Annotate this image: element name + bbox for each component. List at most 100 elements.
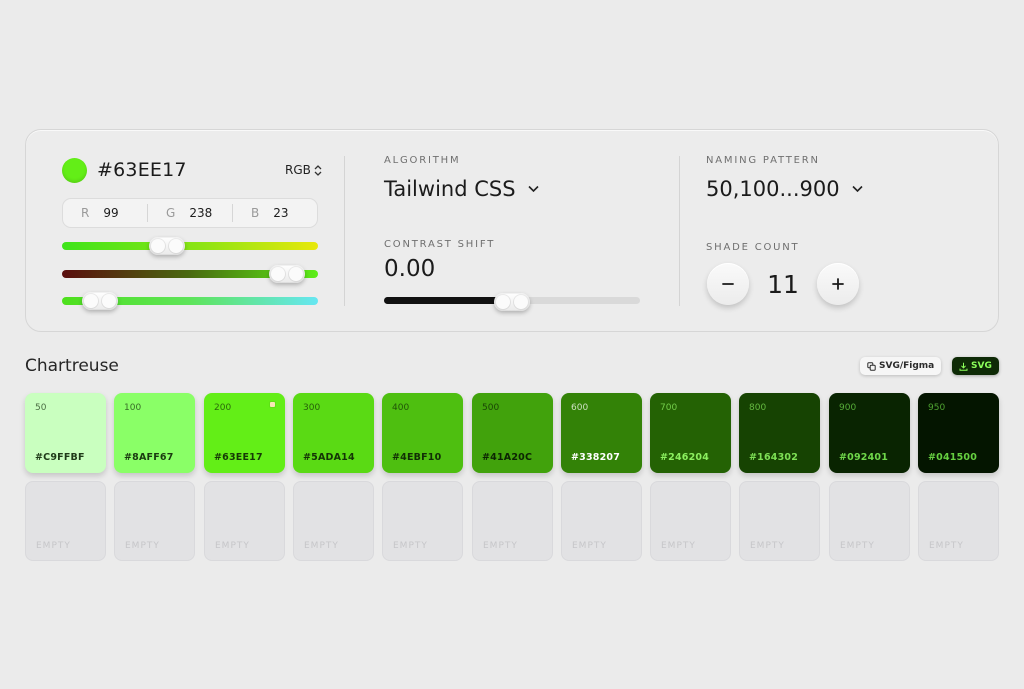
swatch-hex-label: #5ADA14 (303, 452, 355, 463)
empty-slot[interactable]: EMPTY (293, 481, 374, 561)
contrast-shift-value: 0.00 (384, 256, 436, 282)
swatch-hex-label: #338207 (571, 452, 621, 463)
swatch-step-label: 800 (749, 403, 767, 413)
empty-slot[interactable]: EMPTY (114, 481, 195, 561)
empty-slot[interactable]: EMPTY (650, 481, 731, 561)
hex-input[interactable]: #63EE17 (97, 159, 187, 181)
palette-swatch[interactable]: 700 #246204 (650, 393, 731, 473)
palette-swatch[interactable]: 50 #C9FFBF (25, 393, 106, 473)
green-channel-label: G (166, 206, 176, 220)
swatch-step-label: 50 (35, 403, 47, 413)
naming-pattern-label: NAMING PATTERN (706, 155, 820, 166)
swatch-step-label: 400 (392, 403, 410, 413)
red-channel-value[interactable]: 99 (103, 206, 118, 220)
export-svg-label: SVG (971, 361, 992, 371)
export-svg-figma-button[interactable]: SVG/Figma (860, 357, 942, 375)
palette-title: Chartreuse (25, 356, 119, 376)
blue-channel-value[interactable]: 23 (273, 206, 288, 220)
empty-slot[interactable]: EMPTY (472, 481, 553, 561)
panel-divider (679, 156, 680, 306)
increase-shade-button[interactable] (817, 263, 859, 305)
empty-slot[interactable]: EMPTY (561, 481, 642, 561)
hue-slider-knob[interactable] (148, 237, 185, 255)
empty-slot-label: EMPTY (125, 541, 160, 551)
swatch-hex-label: #41A20C (482, 452, 533, 463)
empty-slot[interactable]: EMPTY (204, 481, 285, 561)
green-channel-value[interactable]: 238 (189, 206, 212, 220)
swatch-step-label: 100 (124, 403, 142, 413)
empty-slot-label: EMPTY (304, 541, 339, 551)
empty-slot[interactable]: EMPTY (918, 481, 999, 561)
empty-slot[interactable]: EMPTY (382, 481, 463, 561)
empty-slot-label: EMPTY (393, 541, 428, 551)
copy-icon (867, 361, 876, 371)
empty-slot-label: EMPTY (572, 541, 607, 551)
download-icon (959, 362, 968, 371)
rgb-fields: R 99 G 238 B 23 (62, 198, 318, 228)
swatch-hex-label: #63EE17 (214, 452, 263, 463)
blue-channel-label: B (251, 206, 260, 220)
swatch-step-label: 300 (303, 403, 321, 413)
empty-slot-label: EMPTY (840, 541, 875, 551)
contrast-slider-knob[interactable] (494, 293, 530, 311)
empty-slot-label: EMPTY (215, 541, 250, 551)
lightness-slider-knob[interactable] (82, 292, 119, 310)
contrast-shift-label: CONTRAST SHIFT (384, 239, 496, 250)
red-field[interactable]: R 99 (63, 204, 147, 222)
empty-slot-label: EMPTY (483, 541, 518, 551)
swatch-hex-label: #C9FFBF (35, 452, 85, 463)
swatch-step-label: 900 (839, 403, 857, 413)
export-svg-figma-label: SVG/Figma (879, 361, 935, 371)
empty-slot-label: EMPTY (36, 541, 71, 551)
export-svg-button[interactable]: SVG (952, 357, 999, 375)
swatch-hex-label: #092401 (839, 452, 889, 463)
palette-swatch[interactable]: 100 #8AFF67 (114, 393, 195, 473)
palette-swatch[interactable]: 400 #4EBF10 (382, 393, 463, 473)
shade-count-label: SHADE COUNT (706, 242, 800, 253)
palette-swatch[interactable]: 950 #041500 (918, 393, 999, 473)
green-field[interactable]: G 238 (147, 204, 232, 222)
swatch-step-label: 700 (660, 403, 678, 413)
color-mode-label: RGB (285, 163, 311, 177)
swatch-step-label: 200 (214, 403, 232, 413)
panel-divider (344, 156, 345, 306)
empty-slot-label: EMPTY (750, 541, 785, 551)
swatch-hex-label: #041500 (928, 452, 978, 463)
algorithm-label: ALGORITHM (384, 155, 461, 166)
red-channel-label: R (81, 206, 90, 220)
hue-slider-track[interactable] (62, 242, 318, 250)
empty-slot[interactable]: EMPTY (829, 481, 910, 561)
empty-slot[interactable]: EMPTY (25, 481, 106, 561)
chevron-down-icon (527, 185, 539, 193)
color-mode-select[interactable]: RGB (285, 163, 322, 177)
minus-icon (722, 283, 734, 285)
blue-field[interactable]: B 23 (232, 204, 317, 222)
base-marker-icon (270, 402, 275, 407)
palette-swatch[interactable]: 200 #63EE17 (204, 393, 285, 473)
naming-pattern-value: 50,100...900 (706, 177, 840, 201)
swatch-hex-label: #4EBF10 (392, 452, 442, 463)
saturation-slider-knob[interactable] (269, 265, 306, 283)
swatch-step-label: 500 (482, 403, 500, 413)
palette-swatch[interactable]: 600 #338207 (561, 393, 642, 473)
shade-count-value: 11 (767, 270, 799, 299)
empty-slot[interactable]: EMPTY (739, 481, 820, 561)
algorithm-value: Tailwind CSS (384, 177, 516, 201)
decrease-shade-button[interactable] (707, 263, 749, 305)
swatch-hex-label: #246204 (660, 452, 710, 463)
palette-swatch[interactable]: 900 #092401 (829, 393, 910, 473)
swatch-step-label: 600 (571, 403, 589, 413)
swatch-hex-label: #8AFF67 (124, 452, 174, 463)
palette-swatch[interactable]: 800 #164302 (739, 393, 820, 473)
palette-swatch[interactable]: 300 #5ADA14 (293, 393, 374, 473)
palette-swatch[interactable]: 500 #41A20C (472, 393, 553, 473)
empty-slot-label: EMPTY (929, 541, 964, 551)
base-color-swatch[interactable] (62, 158, 87, 183)
algorithm-select[interactable]: Tailwind CSS (384, 177, 539, 201)
empty-slot-label: EMPTY (661, 541, 696, 551)
swatch-step-label: 950 (928, 403, 946, 413)
chevron-down-icon (852, 185, 863, 193)
naming-pattern-select[interactable]: 50,100...900 (706, 177, 863, 201)
swatch-hex-label: #164302 (749, 452, 799, 463)
plus-icon (832, 278, 844, 290)
